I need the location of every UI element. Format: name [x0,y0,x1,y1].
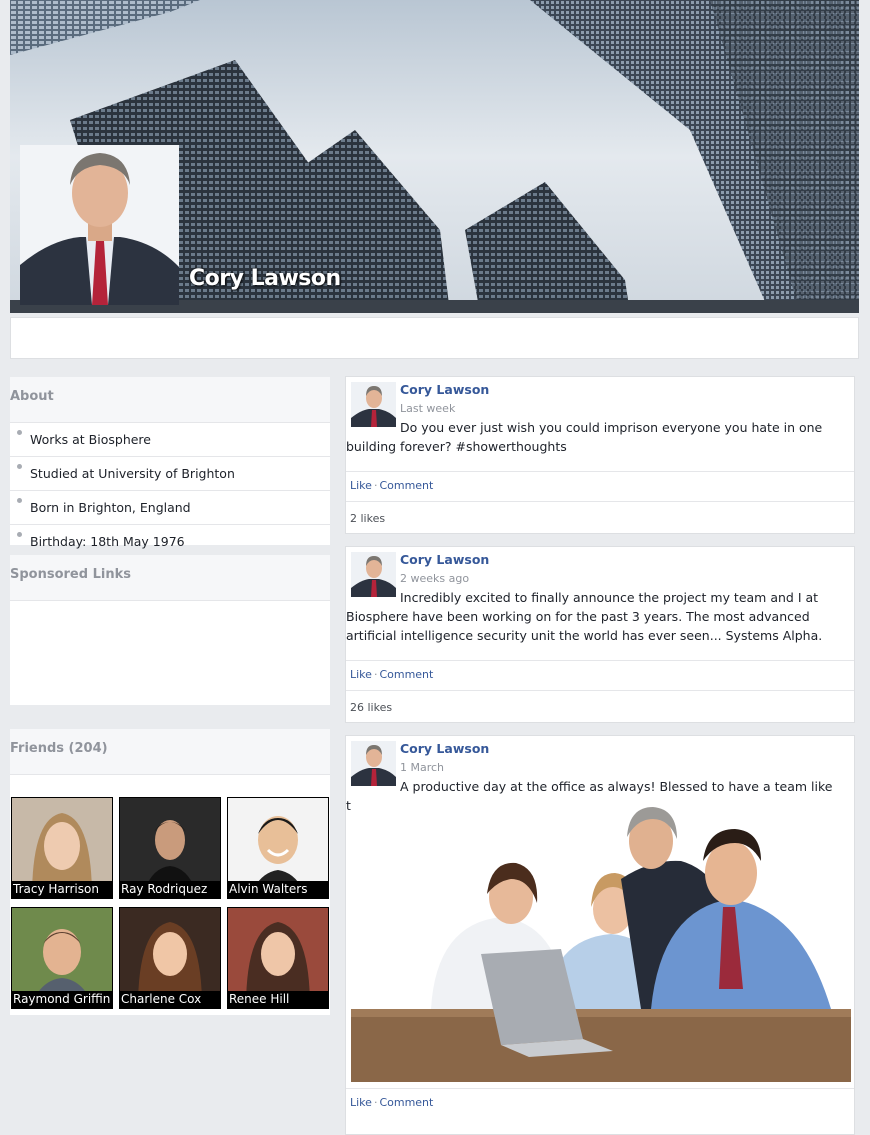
friend-tile[interactable]: Alvin Walters [227,797,329,899]
post-timestamp[interactable]: Last week [400,402,455,415]
friend-tile[interactable]: Raymond Griffin [11,907,113,1009]
about-item-label: Birthday: 18th May 1976 [30,534,185,549]
friend-name: Raymond Griffin [12,991,112,1008]
bullet-icon [17,498,22,503]
about-item-label: Works at Biosphere [30,432,151,447]
friends-panel: Friends (204) Tracy Harrison Ray Rodriqu… [10,729,330,1015]
friend-name: Tracy Harrison [12,881,112,898]
post-text: Do you ever just wish you could imprison… [346,420,823,454]
friend-name: Alvin Walters [228,881,328,898]
friend-name: Renee Hill [228,991,328,1008]
post: Cory Lawson Last week Do you ever just w… [345,376,855,534]
post-image[interactable] [351,799,851,1082]
friend-name: Ray Rodriquez [120,881,220,898]
post-author-name[interactable]: Cory Lawson [400,382,489,397]
post-author-name[interactable]: Cory Lawson [400,741,489,756]
man-in-suit-photo [20,145,179,305]
about-item-label: Studied at University of Brighton [30,466,235,481]
separator-dot: · [373,479,378,492]
about-panel: About Works at Biosphere Studied at Univ… [10,377,330,549]
about-item: Works at Biosphere [10,423,330,457]
friend-tile[interactable]: Renee Hill [227,907,329,1009]
post-likes-count[interactable]: 26 likes [346,690,854,722]
post: Cory Lawson 1 March A productive day at … [345,735,855,1135]
comment-button[interactable]: Comment [379,668,433,681]
friends-title[interactable]: Friends (204) [10,729,330,775]
about-item: Studied at University of Brighton [10,457,330,491]
like-button[interactable]: Like [350,668,372,681]
post-timestamp[interactable]: 2 weeks ago [400,572,469,585]
comment-button[interactable]: Comment [379,479,433,492]
friend-tile[interactable]: Ray Rodriquez [119,797,221,899]
post-actions: Like · Comment [346,660,854,690]
profile-avatar[interactable] [20,145,179,305]
sponsored-title: Sponsored Links [10,555,330,601]
about-list: Works at Biosphere Studied at University… [10,423,330,559]
friend-tile[interactable]: Charlene Cox [119,907,221,1009]
friend-tile[interactable]: Tracy Harrison [11,797,113,899]
post: Cory Lawson 2 weeks ago Incredibly excit… [345,546,855,723]
separator-dot: · [373,668,378,681]
about-title: About [10,377,330,423]
post-timestamp[interactable]: 1 March [400,761,444,774]
post-author-name[interactable]: Cory Lawson [400,552,489,567]
friend-name: Charlene Cox [120,991,220,1008]
comment-button[interactable]: Comment [379,1096,433,1109]
bullet-icon [17,464,22,469]
bullet-icon [17,532,22,537]
profile-name[interactable]: Cory Lawson [189,266,341,291]
about-item-label: Born in Brighton, England [30,500,191,515]
profile-nav-bar [10,317,859,359]
like-button[interactable]: Like [350,1096,372,1109]
about-item: Born in Brighton, England [10,491,330,525]
sponsored-panel: Sponsored Links [10,555,330,705]
office-team-photo [351,799,851,1082]
post-likes-count[interactable]: 2 likes [346,501,854,533]
about-item: Birthday: 18th May 1976 [10,525,330,559]
like-button[interactable]: Like [350,479,372,492]
post-actions: Like · Comment [346,1088,854,1118]
post-text: Incredibly excited to finally announce t… [346,590,823,643]
separator-dot: · [373,1096,378,1109]
post-actions: Like · Comment [346,471,854,501]
bullet-icon [17,430,22,435]
